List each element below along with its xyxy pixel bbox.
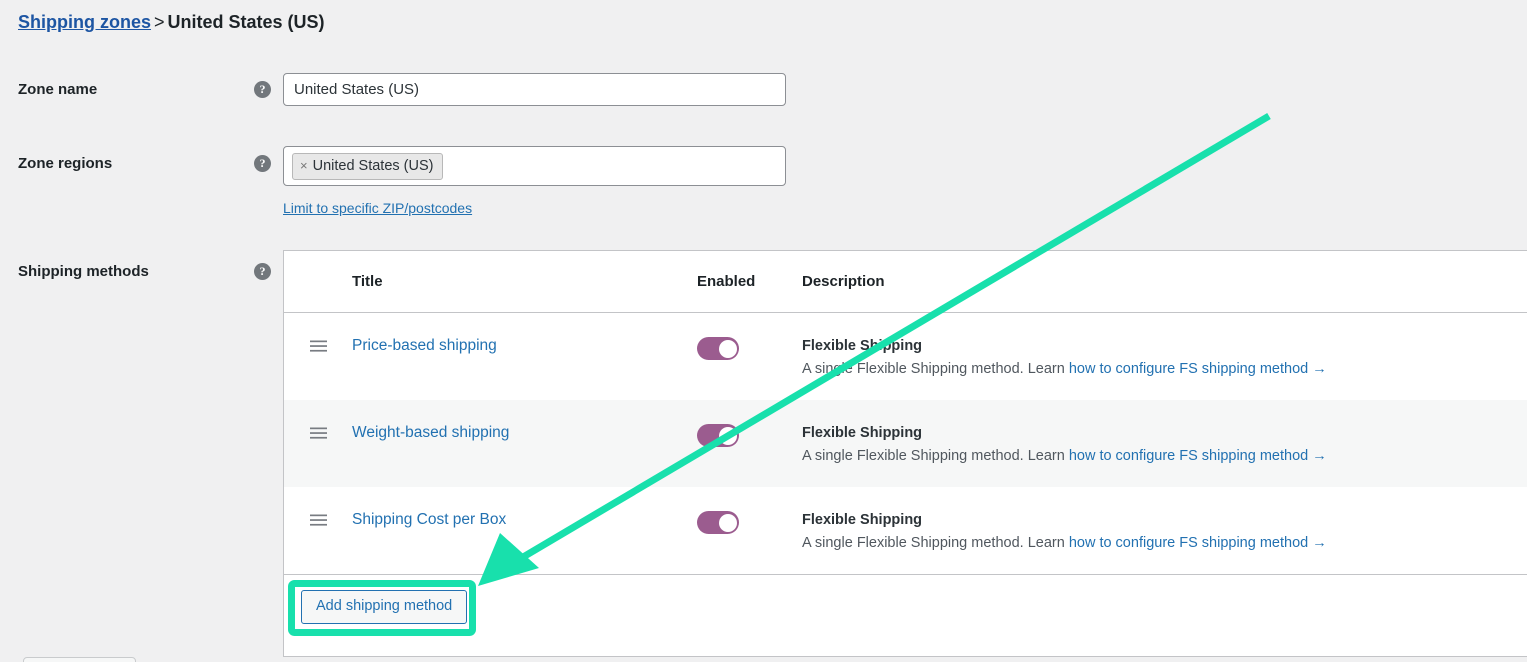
method-description-body: A single Flexible Shipping method. Learn… <box>802 447 1513 467</box>
table-row: Weight-based shipping Flexible Shipping … <box>284 400 1527 487</box>
drag-handle-icon[interactable] <box>284 337 352 352</box>
column-header-enabled: Enabled <box>697 273 802 290</box>
drag-handle-icon[interactable] <box>284 511 352 526</box>
column-header-description: Description <box>802 273 1527 290</box>
zone-regions-select[interactable]: × United States (US) <box>283 146 786 186</box>
enabled-toggle[interactable] <box>697 337 739 360</box>
enabled-toggle[interactable] <box>697 511 739 534</box>
method-description-title: Flexible Shipping <box>802 511 1513 529</box>
method-description-body: A single Flexible Shipping method. Learn… <box>802 360 1513 380</box>
method-description-title: Flexible Shipping <box>802 424 1513 442</box>
configure-fs-doc-link[interactable]: how to configure FS shipping method → <box>1069 361 1327 377</box>
shipping-zone-settings-page: Shipping zones>United States (US) Zone n… <box>0 0 1527 662</box>
method-description-text: A single Flexible Shipping method. Learn <box>802 361 1069 377</box>
remove-tag-icon[interactable]: × <box>300 158 308 174</box>
breadcrumb-link-shipping-zones[interactable]: Shipping zones <box>18 12 151 32</box>
add-shipping-method-button[interactable]: Add shipping method <box>301 590 467 624</box>
zone-name-label: Zone name <box>18 81 97 98</box>
zone-region-tag-label: United States (US) <box>313 157 434 175</box>
table-header-row: Title Enabled Description <box>284 251 1527 313</box>
question-mark-icon[interactable]: ? <box>254 81 271 98</box>
method-description-text: A single Flexible Shipping method. Learn <box>802 535 1069 551</box>
enabled-toggle-cell <box>697 424 802 447</box>
shipping-method-title-link[interactable]: Price-based shipping <box>352 337 697 355</box>
method-description: Flexible Shipping A single Flexible Ship… <box>802 337 1527 380</box>
method-description-text: A single Flexible Shipping method. Learn <box>802 448 1069 464</box>
shipping-methods-label: Shipping methods <box>18 263 149 280</box>
zone-regions-label: Zone regions <box>18 155 112 172</box>
shipping-method-title-link[interactable]: Weight-based shipping <box>352 424 697 442</box>
zone-name-input[interactable] <box>283 73 786 106</box>
method-description: Flexible Shipping A single Flexible Ship… <box>802 424 1527 467</box>
table-footer-row: Add shipping method <box>284 574 1527 656</box>
enabled-toggle-cell <box>697 511 802 534</box>
toggle-knob <box>719 340 737 358</box>
column-header-title: Title <box>352 273 697 290</box>
shipping-methods-table: Title Enabled Description Price-based sh… <box>283 250 1527 657</box>
enabled-toggle-cell <box>697 337 802 360</box>
drag-handle-icon[interactable] <box>284 424 352 439</box>
breadcrumb-current: United States (US) <box>168 12 325 32</box>
breadcrumb-separator: > <box>151 12 168 32</box>
save-changes-button-partial[interactable] <box>23 657 136 662</box>
limit-to-postcodes-link[interactable]: Limit to specific ZIP/postcodes <box>283 200 472 216</box>
configure-fs-doc-link[interactable]: how to configure FS shipping method → <box>1069 535 1327 551</box>
question-mark-icon[interactable]: ? <box>254 263 271 280</box>
shipping-method-title-link[interactable]: Shipping Cost per Box <box>352 511 697 529</box>
method-description-title: Flexible Shipping <box>802 337 1513 355</box>
configure-fs-doc-link[interactable]: how to configure FS shipping method → <box>1069 448 1327 464</box>
toggle-knob <box>719 514 737 532</box>
method-description-body: A single Flexible Shipping method. Learn… <box>802 534 1513 554</box>
toggle-knob <box>719 427 737 445</box>
table-row: Shipping Cost per Box Flexible Shipping … <box>284 487 1527 574</box>
zone-region-tag[interactable]: × United States (US) <box>292 153 443 180</box>
enabled-toggle[interactable] <box>697 424 739 447</box>
method-description: Flexible Shipping A single Flexible Ship… <box>802 511 1527 554</box>
question-mark-icon[interactable]: ? <box>254 155 271 172</box>
table-row: Price-based shipping Flexible Shipping A… <box>284 313 1527 400</box>
breadcrumb: Shipping zones>United States (US) <box>18 12 325 33</box>
